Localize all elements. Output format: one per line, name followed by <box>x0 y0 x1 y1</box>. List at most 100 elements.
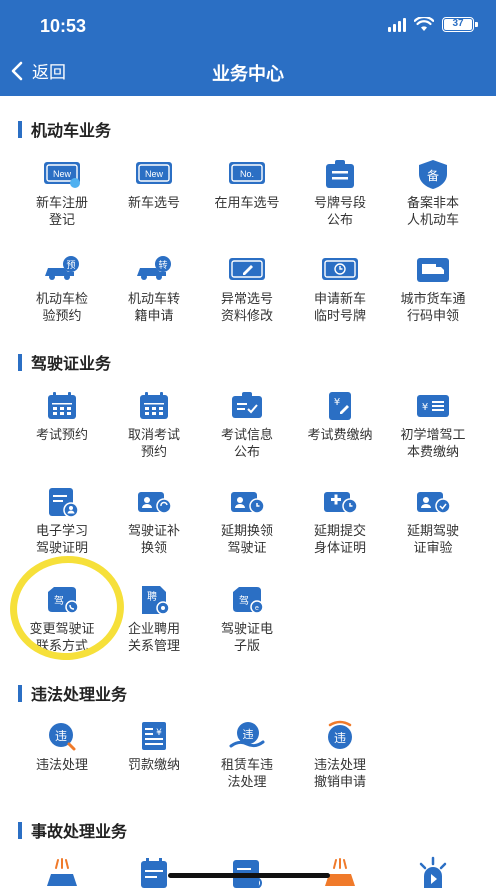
plate-clock-icon <box>322 258 358 280</box>
medical-clock-icon <box>324 492 358 514</box>
car-crash-orange-icon <box>325 858 355 886</box>
service-used-car-number[interactable]: No. 在用车选号 <box>199 158 295 212</box>
service-file-non-owner-car[interactable]: 备 备案非本 人机动车 <box>385 158 481 229</box>
service-label: 延期驾驶 证审验 <box>406 524 459 556</box>
service-accident-5[interactable] <box>385 856 481 888</box>
service-accident-2[interactable] <box>106 856 202 888</box>
violation-revoke-icon: 违 <box>328 720 352 749</box>
service-fine-payment[interactable]: ¥ 罚款缴纳 <box>106 720 202 774</box>
fine-doc-icon: ¥ <box>142 722 166 750</box>
svg-text:聘: 聘 <box>147 590 157 603</box>
service-inspection-booking[interactable]: 预 机动车检 验预约 <box>14 254 110 325</box>
service-label: 异常选号 资料修改 <box>220 292 273 324</box>
service-violation-revoke[interactable]: 违 违法处理 撤销申请 <box>292 720 388 791</box>
section-title-violation: 违法处理业务 <box>18 681 127 705</box>
car-transfer-icon: 转 <box>137 256 171 280</box>
service-label: 延期换领 驾驶证 <box>220 524 273 556</box>
svg-text:¥: ¥ <box>422 402 428 413</box>
service-label: 城市货车通 行码申领 <box>400 292 466 324</box>
service-accident-3[interactable] <box>199 856 295 888</box>
battery-level: 37 <box>444 19 472 30</box>
fee-doc-icon: ¥ <box>329 392 351 420</box>
service-plate-segment[interactable]: 号牌号段 公布 <box>292 158 388 229</box>
id-card-check-icon <box>417 492 451 514</box>
service-exam-fee[interactable]: ¥ 考试费缴纳 <box>292 390 388 444</box>
service-transfer-registration[interactable]: 转 机动车转 籍申请 <box>106 254 202 325</box>
service-label: 驾驶证电 子版 <box>220 622 273 654</box>
service-new-car-registration[interactable]: New 新车注册 登记 <box>14 158 110 229</box>
service-label: 罚款缴纳 <box>127 758 180 773</box>
svg-text:¥: ¥ <box>334 397 340 408</box>
service-label: 考试预约 <box>35 428 88 443</box>
calendar-icon <box>48 392 76 419</box>
service-violation-handling[interactable]: 违 违法处理 <box>14 720 110 774</box>
status-time: 10:53 <box>40 16 87 36</box>
shield-text: 备 <box>427 169 439 183</box>
service-delay-health-proof[interactable]: 延期提交 身体证明 <box>292 486 388 557</box>
service-change-license-contact[interactable]: 驾 变更驾驶证 联系方式 <box>14 584 110 655</box>
service-employment-relation[interactable]: 聘 企业聘用 关系管理 <box>106 584 202 655</box>
home-indicator <box>168 873 330 878</box>
svg-text:违: 违 <box>243 728 254 741</box>
service-label: 机动车转 籍申请 <box>127 292 180 324</box>
service-label: 取消考试 预约 <box>127 428 180 460</box>
service-rental-car-violation[interactable]: 违 租赁车违 法处理 <box>199 720 295 791</box>
svg-text:e: e <box>255 605 259 612</box>
transfer-text: 转 <box>158 259 167 271</box>
new-badge-text: New <box>53 169 72 179</box>
new-plate-icon: New <box>136 162 172 184</box>
service-learner-fee[interactable]: ¥ 初学增驾工 本费缴纳 <box>385 390 481 461</box>
service-e-license[interactable]: 驾e 驾驶证电 子版 <box>199 584 295 655</box>
new-card-icon: New <box>44 162 80 188</box>
service-abnormal-number-edit[interactable]: 异常选号 资料修改 <box>199 254 295 325</box>
service-label: 变更驾驶证 联系方式 <box>29 622 95 654</box>
violation-search-icon: 违 <box>49 723 76 751</box>
announcement-icon <box>326 160 354 188</box>
id-card-clock-icon <box>231 492 265 514</box>
alarm-light-icon <box>419 856 447 888</box>
license-digital-icon: 驾e <box>233 587 264 614</box>
service-new-car-number[interactable]: New 新车选号 <box>106 158 202 212</box>
hire-doc-icon: 聘 <box>142 586 170 615</box>
service-label: 延期提交 身体证明 <box>313 524 366 556</box>
service-truck-pass-code[interactable]: 城市货车通 行码申领 <box>385 254 481 325</box>
shield-icon: 备 <box>419 160 447 189</box>
violation-hand-icon: 违 <box>229 722 265 748</box>
service-label: 违法处理 撤销申请 <box>313 758 366 790</box>
car-booking-icon: 预 <box>45 256 79 280</box>
doc-user-icon <box>49 488 79 518</box>
wifi-icon <box>414 17 434 31</box>
page-title: 业务中心 <box>212 64 284 85</box>
new-badge-text: New <box>145 169 164 179</box>
service-accident-1[interactable] <box>14 856 110 888</box>
svg-text:违: 违 <box>55 729 67 743</box>
service-exam-info[interactable]: 考试信息 公布 <box>199 390 295 461</box>
app-header: 10:53 37 返回 业务中心 <box>0 0 496 96</box>
section-title-license: 驾驶证业务 <box>18 350 111 374</box>
id-card-refresh-icon <box>138 492 172 514</box>
nav-bar: 返回 业务中心 <box>0 56 496 92</box>
battery-icon: 37 <box>442 17 478 32</box>
service-license-replace[interactable]: 驾驶证补 换领 <box>106 486 202 557</box>
svg-text:驾: 驾 <box>239 595 249 607</box>
service-delay-license-review[interactable]: 延期驾驶 证审验 <box>385 486 481 557</box>
fee-list-icon: ¥ <box>417 395 449 417</box>
svg-text:¥: ¥ <box>156 728 162 738</box>
service-cancel-exam[interactable]: 取消考试 预约 <box>106 390 202 461</box>
truck-icon <box>417 258 449 282</box>
service-label: 号牌号段 公布 <box>313 196 366 228</box>
service-label: 新车选号 <box>127 196 180 211</box>
service-e-learning-proof[interactable]: 电子学习 驾驶证明 <box>14 486 110 557</box>
service-label: 考试费缴纳 <box>307 428 373 443</box>
service-label: 驾驶证补 换领 <box>127 524 180 556</box>
service-exam-booking[interactable]: 考试预约 <box>14 390 110 444</box>
service-label: 在用车选号 <box>214 196 280 211</box>
service-accident-4[interactable] <box>292 856 388 888</box>
service-delay-renewal[interactable]: 延期换领 驾驶证 <box>199 486 295 557</box>
board-check-icon <box>232 392 262 418</box>
service-label: 申请新车 临时号牌 <box>313 292 366 324</box>
svg-text:驾: 驾 <box>54 595 64 607</box>
license-phone-icon: 驾 <box>48 587 79 614</box>
car-crash-icon <box>47 858 77 886</box>
service-temporary-plate[interactable]: 申请新车 临时号牌 <box>292 254 388 325</box>
